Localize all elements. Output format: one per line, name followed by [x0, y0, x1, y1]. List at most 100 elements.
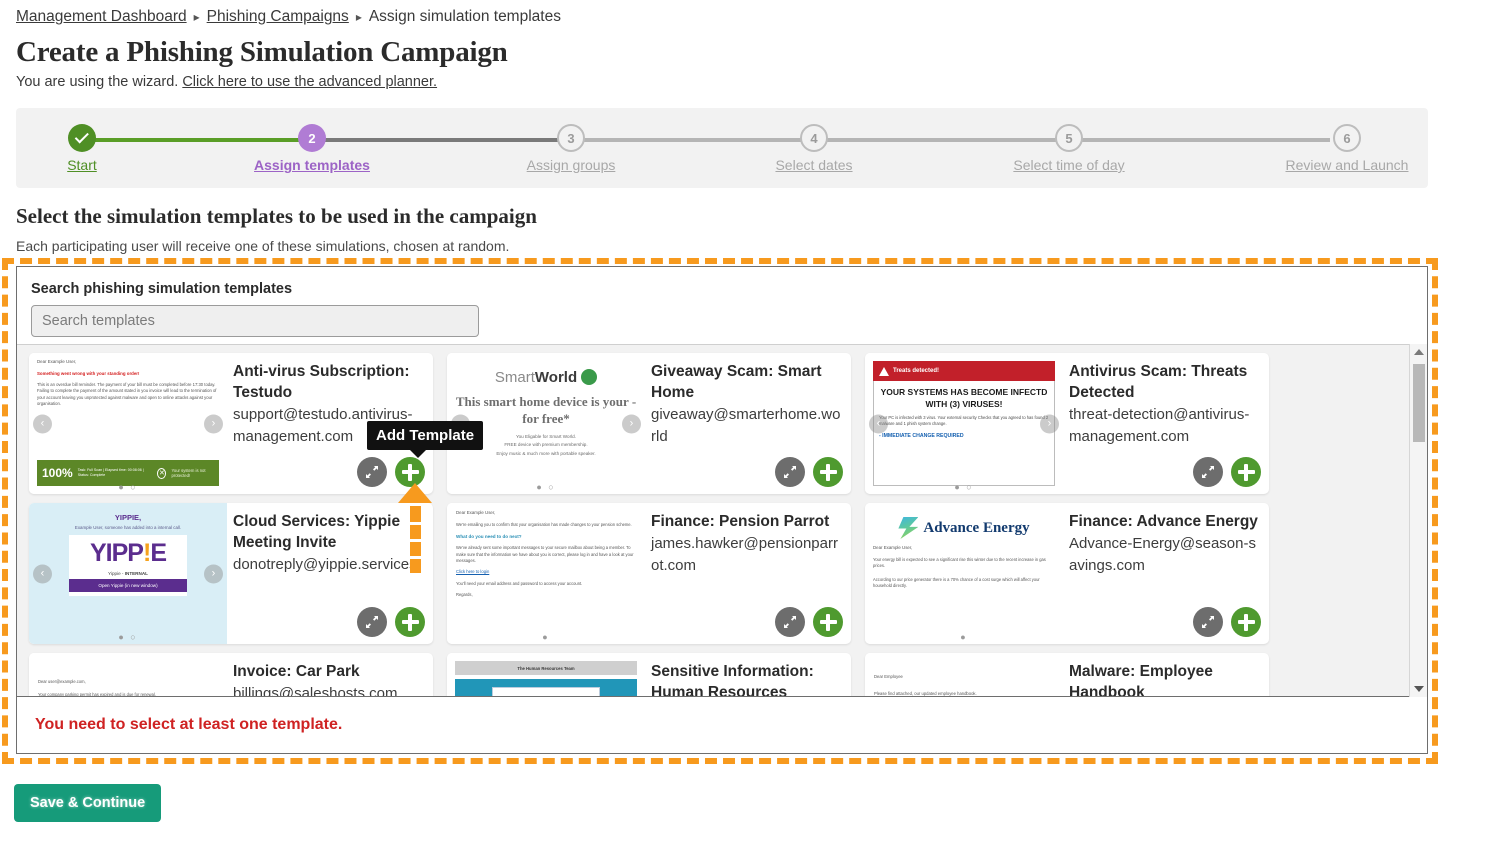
template-grid-scroll-area: Dear Example User, Something went wrong …	[17, 344, 1427, 697]
preview-next-icon[interactable]: ›	[1040, 414, 1059, 433]
template-card-actions	[775, 607, 843, 637]
template-preview[interactable]: The Human Resources Team	[447, 653, 645, 697]
template-info: Antivirus Scam: Threats Detected threat-…	[1063, 353, 1269, 494]
preview-title: YIPPIE,	[114, 513, 142, 522]
preview-body: Your PC is infected with 3 virus. Your e…	[879, 415, 1049, 427]
template-preview[interactable]: Dear Example User, We're emailing you to…	[447, 503, 645, 644]
smartworld-logo: SmartWorld	[495, 369, 598, 386]
step-6-label[interactable]: Review and Launch	[1277, 157, 1417, 173]
template-preview[interactable]: Dear user@example.com, Your company park…	[29, 653, 227, 697]
preview-prev-icon[interactable]: ‹	[869, 414, 888, 433]
template-card[interactable]: Dear user@example.com, Your company park…	[29, 653, 433, 697]
step-2-node: 2	[298, 124, 326, 152]
template-card[interactable]: The Human Resources Team Sensitive Infor…	[447, 653, 851, 697]
expand-preview-icon[interactable]	[357, 457, 387, 487]
page-root: Management Dashboard ▸ Phishing Campaign…	[0, 0, 1492, 841]
template-card-actions	[775, 457, 843, 487]
globe-icon	[581, 369, 598, 385]
add-template-button[interactable]	[1231, 607, 1261, 637]
scrollbar-thumb[interactable]	[1413, 364, 1425, 442]
preview-greeting: Dear Example User,	[37, 359, 77, 364]
template-info: Sensitive Information: Human Resources	[645, 653, 851, 697]
template-card[interactable]: YIPPIE, Example User, someone has added …	[29, 503, 433, 644]
step-1-start[interactable]: Start	[12, 108, 152, 173]
step-1-node	[68, 124, 96, 152]
preview-next-icon[interactable]: ›	[204, 414, 223, 433]
wizard-stepper: Start 2 Assign templates 3 Assign groups…	[16, 108, 1428, 188]
breadcrumb-item-management-dashboard[interactable]: Management Dashboard	[16, 8, 187, 26]
preview-pagination-dots: ● ○	[118, 632, 138, 642]
annotation-arrow-icon	[398, 483, 432, 573]
yippie-logo-box: YIPP!E Yippie - INTERNAL Open Yippie (in…	[69, 535, 187, 596]
preview-next-icon[interactable]: ›	[204, 564, 223, 583]
template-title: Sensitive Information: Human Resources	[651, 663, 814, 697]
template-card[interactable]: Treats detected! YOUR SYSTEMS HAS BECOME…	[865, 353, 1269, 494]
step-5-select-time-of-day[interactable]: 5 Select time of day	[999, 108, 1139, 173]
step-5-label[interactable]: Select time of day	[999, 157, 1139, 173]
preview-pagination-dots: ● ○	[536, 482, 556, 492]
expand-preview-icon[interactable]	[1193, 457, 1223, 487]
step-3-node: 3	[557, 124, 585, 152]
preview-question: What do you need to do next?	[456, 534, 522, 540]
add-template-button[interactable]	[813, 607, 843, 637]
template-sender: threat-detection@antivirus-management.co…	[1069, 406, 1250, 445]
preview-pagination-dots: ● ○	[954, 482, 974, 492]
template-title: Invoice: Car Park	[233, 663, 360, 680]
add-template-button[interactable]	[395, 607, 425, 637]
template-preview[interactable]: Treats detected! YOUR SYSTEMS HAS BECOME…	[865, 353, 1063, 494]
template-sender: giveaway@smarterhome.world	[651, 406, 841, 445]
preview-p2: According to our price generator there i…	[873, 576, 1040, 588]
search-input[interactable]	[31, 305, 479, 337]
preview-pagination-dots: ●	[542, 632, 550, 642]
wizard-note: You are using the wizard.	[16, 74, 179, 90]
preview-headline: YOUR SYSTEMS HAS BECOME INFECTD WITH (3)…	[880, 387, 1048, 409]
template-preview[interactable]: Dear Employee Please find attached, our …	[865, 653, 1063, 697]
preview-body-block: YOUR SYSTEMS HAS BECOME INFECTD WITH (3)…	[873, 381, 1055, 486]
section-subtitle: Each participating user will receive one…	[16, 238, 510, 254]
template-card[interactable]: SmartWorld This smart home device is you…	[447, 353, 851, 494]
preview-next-icon[interactable]: ›	[622, 414, 641, 433]
step-3-label[interactable]: Assign groups	[501, 157, 641, 173]
template-preview[interactable]: YIPPIE, Example User, someone has added …	[29, 503, 227, 644]
template-info: Giveaway Scam: Smart Home giveaway@smart…	[645, 353, 851, 494]
breadcrumb-separator-icon: ▸	[193, 10, 200, 24]
step-2-assign-templates[interactable]: 2 Assign templates	[242, 108, 382, 173]
template-card-actions	[1193, 607, 1261, 637]
step-4-select-dates[interactable]: 4 Select dates	[744, 108, 884, 173]
expand-preview-icon[interactable]	[775, 457, 805, 487]
preview-subtitle: Example User, someone has added into a i…	[74, 525, 182, 530]
preview-prev-icon[interactable]: ‹	[33, 414, 52, 433]
template-card[interactable]: Dear Employee Please find attached, our …	[865, 653, 1269, 697]
template-grid: Dear Example User, Something went wrong …	[17, 345, 1409, 697]
expand-preview-icon[interactable]	[775, 607, 805, 637]
template-grid-scrollbar[interactable]	[1409, 344, 1427, 697]
preview-content-invoice: Dear user@example.com, Your company park…	[29, 653, 227, 697]
add-template-button[interactable]	[1231, 457, 1261, 487]
step-1-label[interactable]: Start	[12, 157, 152, 173]
preview-pagination-dots: ●	[960, 632, 968, 642]
preview-p3: You'll need your email address and passw…	[456, 580, 583, 586]
preview-prev-icon[interactable]: ‹	[33, 564, 52, 583]
template-sender: Advance-Energy@season-savings.com	[1069, 535, 1256, 574]
advanced-planner-link[interactable]: Click here to use the advanced planner.	[182, 74, 437, 90]
breadcrumb-item-phishing-campaigns[interactable]: Phishing Campaigns	[207, 8, 349, 26]
preview-pagination-dots: ● ○	[118, 482, 138, 492]
step-2-label[interactable]: Assign templates	[242, 157, 382, 173]
expand-preview-icon[interactable]	[357, 607, 387, 637]
scroll-down-icon[interactable]	[1410, 681, 1427, 697]
template-card[interactable]: Advance Energy Dear Example User, Your e…	[865, 503, 1269, 644]
step-4-label[interactable]: Select dates	[744, 157, 884, 173]
step-3-assign-groups[interactable]: 3 Assign groups	[501, 108, 641, 173]
template-title: Anti-virus Subscription: Testudo	[233, 363, 410, 401]
search-area: Search phishing simulation templates	[17, 267, 1427, 347]
step-6-review-and-launch[interactable]: 6 Review and Launch	[1277, 108, 1417, 173]
template-card[interactable]: Dear Example User, We're emailing you to…	[447, 503, 851, 644]
section-title: Select the simulation templates to be us…	[16, 204, 537, 228]
save-and-continue-button[interactable]: Save & Continue	[14, 784, 162, 822]
template-preview[interactable]: Dear Example User, Something went wrong …	[29, 353, 227, 494]
add-template-button[interactable]	[813, 457, 843, 487]
scroll-up-icon[interactable]	[1410, 344, 1427, 360]
preview-scan-meta: Task: Full Scan | Elapsed time: 00:08:06…	[77, 467, 144, 477]
template-preview[interactable]: Advance Energy Dear Example User, Your e…	[865, 503, 1063, 644]
expand-preview-icon[interactable]	[1193, 607, 1223, 637]
